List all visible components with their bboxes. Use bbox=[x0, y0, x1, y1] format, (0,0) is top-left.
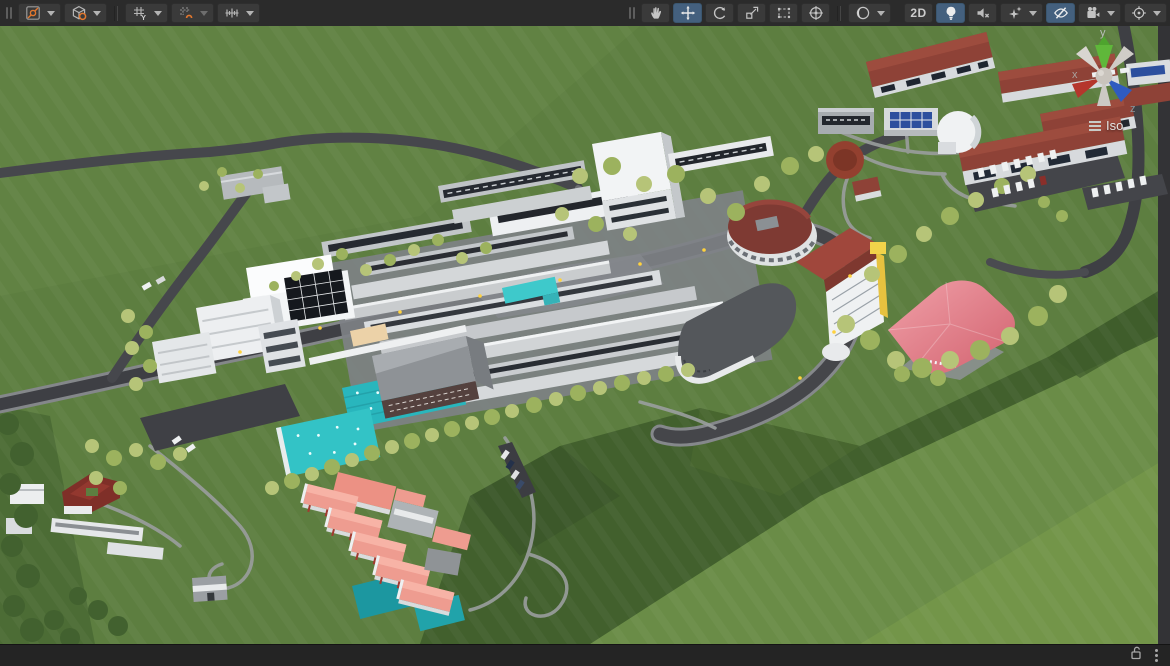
shading-mode-button[interactable] bbox=[848, 3, 891, 23]
effects-star-icon bbox=[1007, 5, 1024, 22]
axis-z-label: z bbox=[1130, 103, 1136, 115]
toolbar-tools bbox=[626, 0, 891, 26]
gizmo-crosshair-icon bbox=[1131, 5, 1148, 22]
toolbar-separator bbox=[837, 6, 841, 21]
chevron-down-icon bbox=[154, 11, 162, 16]
chevron-down-icon bbox=[877, 11, 885, 16]
unlock-icon[interactable] bbox=[1130, 646, 1143, 665]
cube-global-icon bbox=[71, 5, 88, 22]
scene-footer bbox=[0, 644, 1170, 666]
orientation-gizmo[interactable]: y x z bbox=[1060, 28, 1152, 120]
move-tool-button[interactable] bbox=[673, 3, 702, 23]
scene-3d-render bbox=[0, 26, 1170, 644]
gizmos-button[interactable] bbox=[1124, 3, 1167, 23]
eye-hidden-icon bbox=[1052, 5, 1069, 22]
toolbar-view-options: 2D bbox=[904, 0, 1167, 26]
chevron-down-icon bbox=[1153, 11, 1161, 16]
chevron-down-icon bbox=[93, 11, 101, 16]
move-arrows-icon bbox=[679, 5, 696, 22]
audio-muted-icon bbox=[974, 5, 991, 22]
overlay-drag-handle[interactable] bbox=[6, 7, 12, 19]
lightbulb-icon bbox=[942, 5, 959, 22]
grid-visibility-button[interactable]: Y bbox=[125, 3, 168, 23]
view-hand-tool-button[interactable] bbox=[641, 3, 670, 23]
chevron-down-icon bbox=[47, 11, 55, 16]
scene-visibility-button[interactable] bbox=[1046, 3, 1075, 23]
grid-snap-magnet-icon bbox=[178, 5, 195, 22]
toggle-2d-button[interactable]: 2D bbox=[904, 3, 933, 23]
projection-label: Iso bbox=[1106, 118, 1123, 133]
handle-orientation-button[interactable] bbox=[64, 3, 107, 23]
camera-options-button[interactable] bbox=[1078, 3, 1121, 23]
scene-viewport[interactable]: y x z Iso bbox=[0, 26, 1170, 644]
rect-tool-icon bbox=[775, 5, 792, 22]
snap-ruler-icon bbox=[224, 5, 241, 22]
unity-scene-view-window: Y bbox=[0, 0, 1170, 666]
hand-icon bbox=[647, 5, 664, 22]
axis-y-label: y bbox=[1100, 28, 1106, 39]
scene-toolbar: Y bbox=[0, 0, 1170, 27]
tool-settings-button[interactable] bbox=[18, 3, 61, 23]
toolbar-overlay-left: Y bbox=[3, 0, 260, 26]
overlay-drag-handle[interactable] bbox=[629, 7, 635, 19]
toggle-2d-label: 2D bbox=[910, 6, 926, 20]
pivot-center-icon bbox=[25, 5, 42, 22]
gizmo-center-cube[interactable] bbox=[1096, 68, 1113, 85]
grid-y-axis-icon: Y bbox=[132, 5, 149, 22]
camera-icon bbox=[1085, 5, 1102, 22]
chevron-down-icon bbox=[1029, 11, 1037, 16]
rect-tool-button[interactable] bbox=[769, 3, 798, 23]
rotate-icon bbox=[711, 5, 728, 22]
scale-icon bbox=[743, 5, 760, 22]
effects-button[interactable] bbox=[1000, 3, 1043, 23]
rotate-tool-button[interactable] bbox=[705, 3, 734, 23]
hamburger-icon bbox=[1089, 121, 1101, 131]
transform-tool-button[interactable] bbox=[801, 3, 830, 23]
chevron-down-icon bbox=[200, 11, 208, 16]
shaded-sphere-icon bbox=[855, 5, 872, 22]
chevron-down-icon bbox=[1107, 11, 1115, 16]
chevron-down-icon bbox=[246, 11, 254, 16]
grid-snapping-button[interactable] bbox=[171, 3, 214, 23]
scene-lighting-button[interactable] bbox=[936, 3, 965, 23]
svg-text:Y: Y bbox=[141, 13, 146, 21]
toolbar-separator bbox=[114, 6, 118, 21]
axis-x-label: x bbox=[1072, 69, 1078, 81]
transform-icon bbox=[807, 5, 824, 22]
audio-mute-button[interactable] bbox=[968, 3, 997, 23]
snap-increment-button[interactable] bbox=[217, 3, 260, 23]
projection-toggle[interactable]: Iso bbox=[1089, 118, 1123, 133]
scale-tool-button[interactable] bbox=[737, 3, 766, 23]
kebab-menu-icon[interactable] bbox=[1153, 647, 1160, 664]
